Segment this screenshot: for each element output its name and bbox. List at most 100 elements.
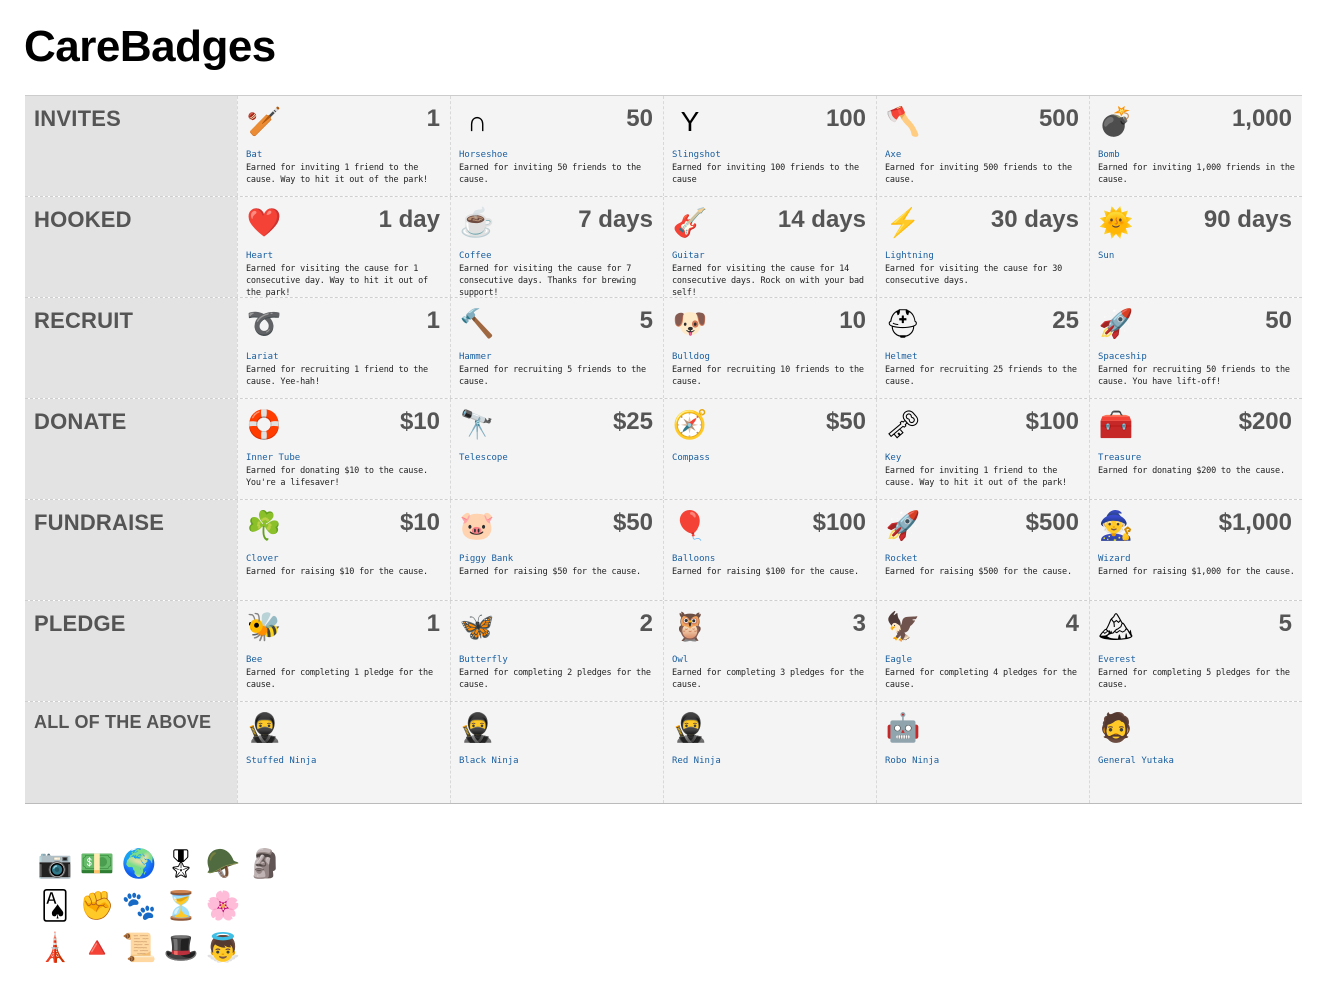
- badge-name[interactable]: Slingshot: [672, 150, 870, 160]
- flower-icon[interactable]: 🌸: [202, 886, 244, 924]
- badge-cell[interactable]: 🐷 $50 Piggy Bank Earned for raising $50 for…: [450, 500, 663, 600]
- badge-name[interactable]: Stuffed Ninja: [246, 756, 444, 766]
- badge-cell[interactable]: 🧙 $1,000 Wizard Earned for raising $1,000 f…: [1089, 500, 1302, 600]
- badge-cell[interactable]: Y 100 Slingshot Earned for inviting 100 fri…: [663, 96, 876, 196]
- badge-cell[interactable]: 🦅 4 Eagle Earned for completing 4 pledges f…: [876, 601, 1089, 701]
- pyramid-icon[interactable]: 🔺: [76, 928, 118, 966]
- lariat-icon: ➰: [246, 308, 282, 339]
- badge-cell[interactable]: 🥷 Stuffed Ninja: [237, 702, 450, 803]
- badge-description: Earned for inviting 1,000 friends in the…: [1098, 163, 1295, 185]
- badge-name[interactable]: Balloons: [672, 554, 870, 564]
- badge-threshold: $25: [612, 408, 653, 435]
- badge-threshold: 2: [639, 610, 653, 637]
- badge-cell[interactable]: 🏔 5 Everest Earned for completing 5 pledges…: [1089, 601, 1302, 701]
- badge-cell[interactable]: 🧔 General Yutaka: [1089, 702, 1302, 803]
- badge-cell[interactable]: ☕ 7 days Coffee Earned for visiting the cau…: [450, 197, 663, 298]
- hourglass-icon[interactable]: ⏳: [160, 886, 202, 924]
- badge-threshold: $100: [812, 509, 866, 536]
- badge-cell[interactable]: 🎈 $100 Balloons Earned for raising $100 for…: [663, 500, 876, 600]
- badge-name[interactable]: General Yutaka: [1098, 756, 1296, 766]
- hammer-icon: 🔨: [459, 308, 495, 339]
- badge-cell[interactable]: 🚀 50 Spaceship Earned for recruiting 50 fri…: [1089, 298, 1302, 398]
- badge-name[interactable]: Horseshoe: [459, 150, 657, 160]
- scroll-icon[interactable]: 📜: [118, 928, 160, 966]
- badge-cell[interactable]: 🏏 1 Bat Earned for inviting 1 friend to the…: [237, 96, 450, 196]
- badge-cell[interactable]: ➰ 1 Lariat Earned for recruiting 1 friend t…: [237, 298, 450, 398]
- badge-name[interactable]: Bulldog: [672, 352, 870, 362]
- money-stack-icon[interactable]: 💵: [76, 844, 118, 882]
- badge-cell[interactable]: 🔭 $25 Telescope: [450, 399, 663, 499]
- badge-cell[interactable]: 🚀 $500 Rocket Earned for raising $500 for t…: [876, 500, 1089, 600]
- badge-grid: INVITES 🏏 1 Bat Earned for inviting 1 friend…: [25, 95, 1302, 804]
- badge-cell[interactable]: 🛟 $10 Inner Tube Earned for donating $10 to…: [237, 399, 450, 499]
- horseshoe-icon: ∩: [466, 106, 488, 137]
- badge-name[interactable]: Compass: [672, 453, 870, 463]
- badge-cell[interactable]: 🥷 Black Ninja: [450, 702, 663, 803]
- camera-icon[interactable]: 📷: [34, 844, 76, 882]
- badge-cell[interactable]: 🪓 500 Axe Earned for inviting 500 friends t…: [876, 96, 1089, 196]
- badge-cell[interactable]: 🦋 2 Butterfly Earned for completing 2 pledg…: [450, 601, 663, 701]
- medal-icon[interactable]: 🎖: [160, 844, 202, 882]
- soldier-icon[interactable]: 🪖: [202, 844, 244, 882]
- badge-name[interactable]: Red Ninja: [672, 756, 870, 766]
- badge-name[interactable]: Inner Tube: [246, 453, 444, 463]
- badge-name[interactable]: Owl: [672, 655, 870, 665]
- badge-cell[interactable]: 💣 1,000 Bomb Earned for inviting 1,000 frie…: [1089, 96, 1302, 196]
- badge-cell[interactable]: 🦉 3 Owl Earned for completing 3 pledges for…: [663, 601, 876, 701]
- badge-name[interactable]: Bat: [246, 150, 444, 160]
- badge-cell[interactable]: 🎸 14 days Guitar Earned for visiting the ca…: [663, 197, 876, 298]
- badge-name[interactable]: Robo Ninja: [885, 756, 1083, 766]
- badge-name[interactable]: Eagle: [885, 655, 1083, 665]
- badge-name[interactable]: Piggy Bank: [459, 554, 657, 564]
- globe-icon[interactable]: 🌍: [118, 844, 160, 882]
- badge-name[interactable]: Bee: [246, 655, 444, 665]
- badge-name[interactable]: Lightning: [885, 251, 1083, 261]
- badge-description: Earned for raising $500 for the cause.: [885, 567, 1072, 577]
- badge-cell[interactable]: 🥷 Red Ninja: [663, 702, 876, 803]
- spade-card-icon[interactable]: 🂡: [34, 886, 76, 924]
- badge-name[interactable]: Spaceship: [1098, 352, 1296, 362]
- wizard-icon: 🧙: [1098, 510, 1134, 541]
- badge-name[interactable]: Clover: [246, 554, 444, 564]
- badge-cell[interactable]: 🧰 $200 Treasure Earned for donating $200 to…: [1089, 399, 1302, 499]
- badge-cell[interactable]: 🐶 10 Bulldog Earned for recruiting 10 frien…: [663, 298, 876, 398]
- badge-name[interactable]: Heart: [246, 251, 444, 261]
- helmet-icon: ⛑: [885, 308, 921, 339]
- badge-name[interactable]: Bomb: [1098, 150, 1296, 160]
- badge-name[interactable]: Sun: [1098, 251, 1296, 261]
- badge-cell[interactable]: 🔨 5 Hammer Earned for recruiting 5 friends …: [450, 298, 663, 398]
- badge-cell[interactable]: ❤️ 1 day Heart Earned for visiting the caus…: [237, 197, 450, 298]
- badge-name[interactable]: Coffee: [459, 251, 657, 261]
- badge-name[interactable]: Rocket: [885, 554, 1083, 564]
- badge-description: Earned for visiting the cause for 14 con…: [672, 264, 864, 298]
- badge-name[interactable]: Hammer: [459, 352, 657, 362]
- badge-name[interactable]: Axe: [885, 150, 1083, 160]
- badge-cell[interactable]: 🐝 1 Bee Earned for completing 1 pledge for …: [237, 601, 450, 701]
- pilgrim-icon[interactable]: 🎩: [160, 928, 202, 966]
- badge-name[interactable]: Everest: [1098, 655, 1296, 665]
- badge-name[interactable]: Treasure: [1098, 453, 1296, 463]
- badge-name[interactable]: Helmet: [885, 352, 1083, 362]
- badge-name[interactable]: Butterfly: [459, 655, 657, 665]
- badge-cell[interactable]: ⛑ 25 Helmet Earned for recruiting 25 friend…: [876, 298, 1089, 398]
- badge-cell[interactable]: ∩ 50 Horseshoe Earned for inviting 50 frien…: [450, 96, 663, 196]
- pharaoh-icon[interactable]: 🗿: [244, 844, 286, 882]
- badge-name[interactable]: Wizard: [1098, 554, 1296, 564]
- angel-icon[interactable]: 👼: [202, 928, 244, 966]
- badge-cell[interactable]: 🤖 Robo Ninja: [876, 702, 1089, 803]
- fist-icon[interactable]: ✊: [76, 886, 118, 924]
- badge-cell[interactable]: 🧭 $50 Compass: [663, 399, 876, 499]
- badge-cell[interactable]: ⚡ 30 days Lightning Earned for visiting the…: [876, 197, 1089, 297]
- badge-name[interactable]: Key: [885, 453, 1083, 463]
- badge-name[interactable]: Black Ninja: [459, 756, 657, 766]
- monument-icon[interactable]: 🗼: [34, 928, 76, 966]
- badge-name[interactable]: Telescope: [459, 453, 657, 463]
- paw-icon[interactable]: 🐾: [118, 886, 160, 924]
- badge-cell[interactable]: 🌞 90 days Sun: [1089, 197, 1302, 297]
- badge-name[interactable]: Lariat: [246, 352, 444, 362]
- sun-icon: 🌞: [1098, 207, 1134, 238]
- badge-description: Earned for inviting 500 friends to the c…: [885, 163, 1072, 185]
- badge-cell[interactable]: ☘️ $10 Clover Earned for raising $10 for th…: [237, 500, 450, 600]
- badge-cell[interactable]: 🗝 $100 Key Earned for inviting 1 friend to …: [876, 399, 1089, 499]
- badge-name[interactable]: Guitar: [672, 251, 870, 261]
